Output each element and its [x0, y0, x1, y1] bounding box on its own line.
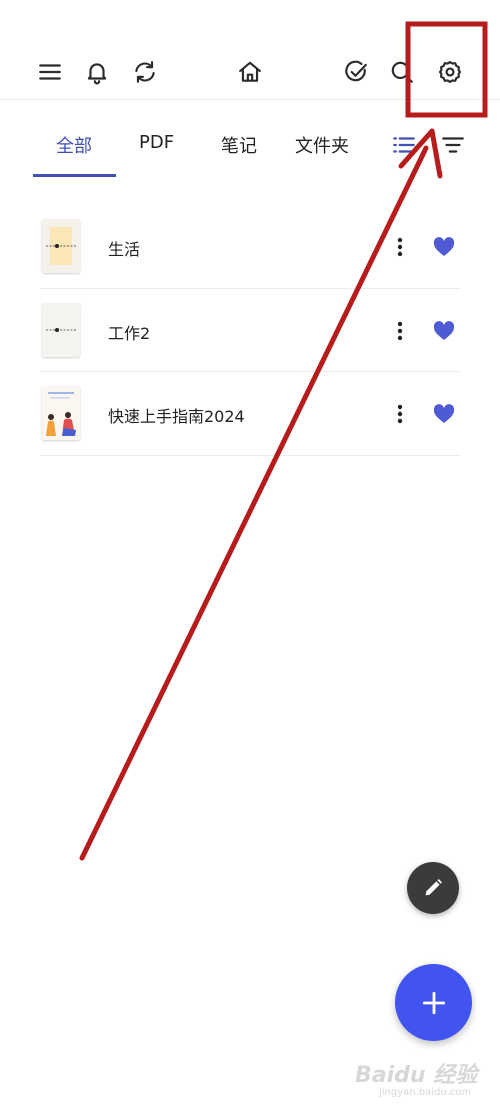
watermark-logo: Baidu 经验 — [355, 1063, 478, 1088]
watermark-url: jingyan.baidu.com — [379, 1087, 472, 1098]
heart-icon[interactable] — [432, 235, 456, 259]
document-thumbnail — [42, 302, 80, 357]
plus-icon — [422, 991, 445, 1014]
heart-icon[interactable] — [432, 319, 456, 343]
more-vertical-icon[interactable] — [390, 400, 410, 428]
search-icon[interactable] — [384, 54, 420, 90]
document-thumbnail — [42, 219, 80, 273]
baidu-watermark: Baidu 经验 jingyan.baidu.com — [355, 1057, 495, 1107]
sync-icon[interactable] — [127, 54, 163, 90]
tab-all[interactable]: 全部 — [56, 132, 92, 158]
list-view-icon[interactable] — [389, 130, 419, 160]
filter-tabs: 全部 PDF 笔记 文件夹 — [0, 118, 500, 180]
check-circle-icon[interactable] — [338, 54, 374, 90]
add-fab-button[interactable] — [395, 964, 472, 1041]
document-list: 生活 工作2 快速上手指南2024 — [40, 205, 460, 456]
sort-icon[interactable] — [438, 130, 468, 160]
active-tab-indicator — [33, 174, 116, 177]
list-item[interactable]: 生活 — [40, 205, 460, 289]
bell-icon[interactable] — [79, 54, 115, 90]
list-item[interactable]: 快速上手指南2024 — [40, 372, 460, 456]
home-icon[interactable] — [232, 54, 268, 90]
tab-notes[interactable]: 笔记 — [221, 132, 257, 158]
list-item[interactable]: 工作2 — [40, 289, 460, 372]
more-vertical-icon[interactable] — [390, 233, 410, 261]
heart-icon[interactable] — [432, 402, 456, 426]
pencil-icon — [425, 879, 442, 896]
tab-pdf[interactable]: PDF — [139, 132, 174, 153]
more-vertical-icon[interactable] — [390, 317, 410, 345]
menu-icon[interactable] — [32, 54, 68, 90]
tab-folders[interactable]: 文件夹 — [295, 132, 349, 158]
gear-icon[interactable] — [432, 54, 468, 90]
document-thumbnail — [42, 386, 80, 440]
document-title: 生活 — [108, 240, 141, 259]
edit-fab-button[interactable] — [407, 862, 459, 914]
top-toolbar — [0, 0, 500, 100]
document-title: 工作2 — [108, 323, 151, 343]
document-title: 快速上手指南2024 — [108, 407, 245, 426]
